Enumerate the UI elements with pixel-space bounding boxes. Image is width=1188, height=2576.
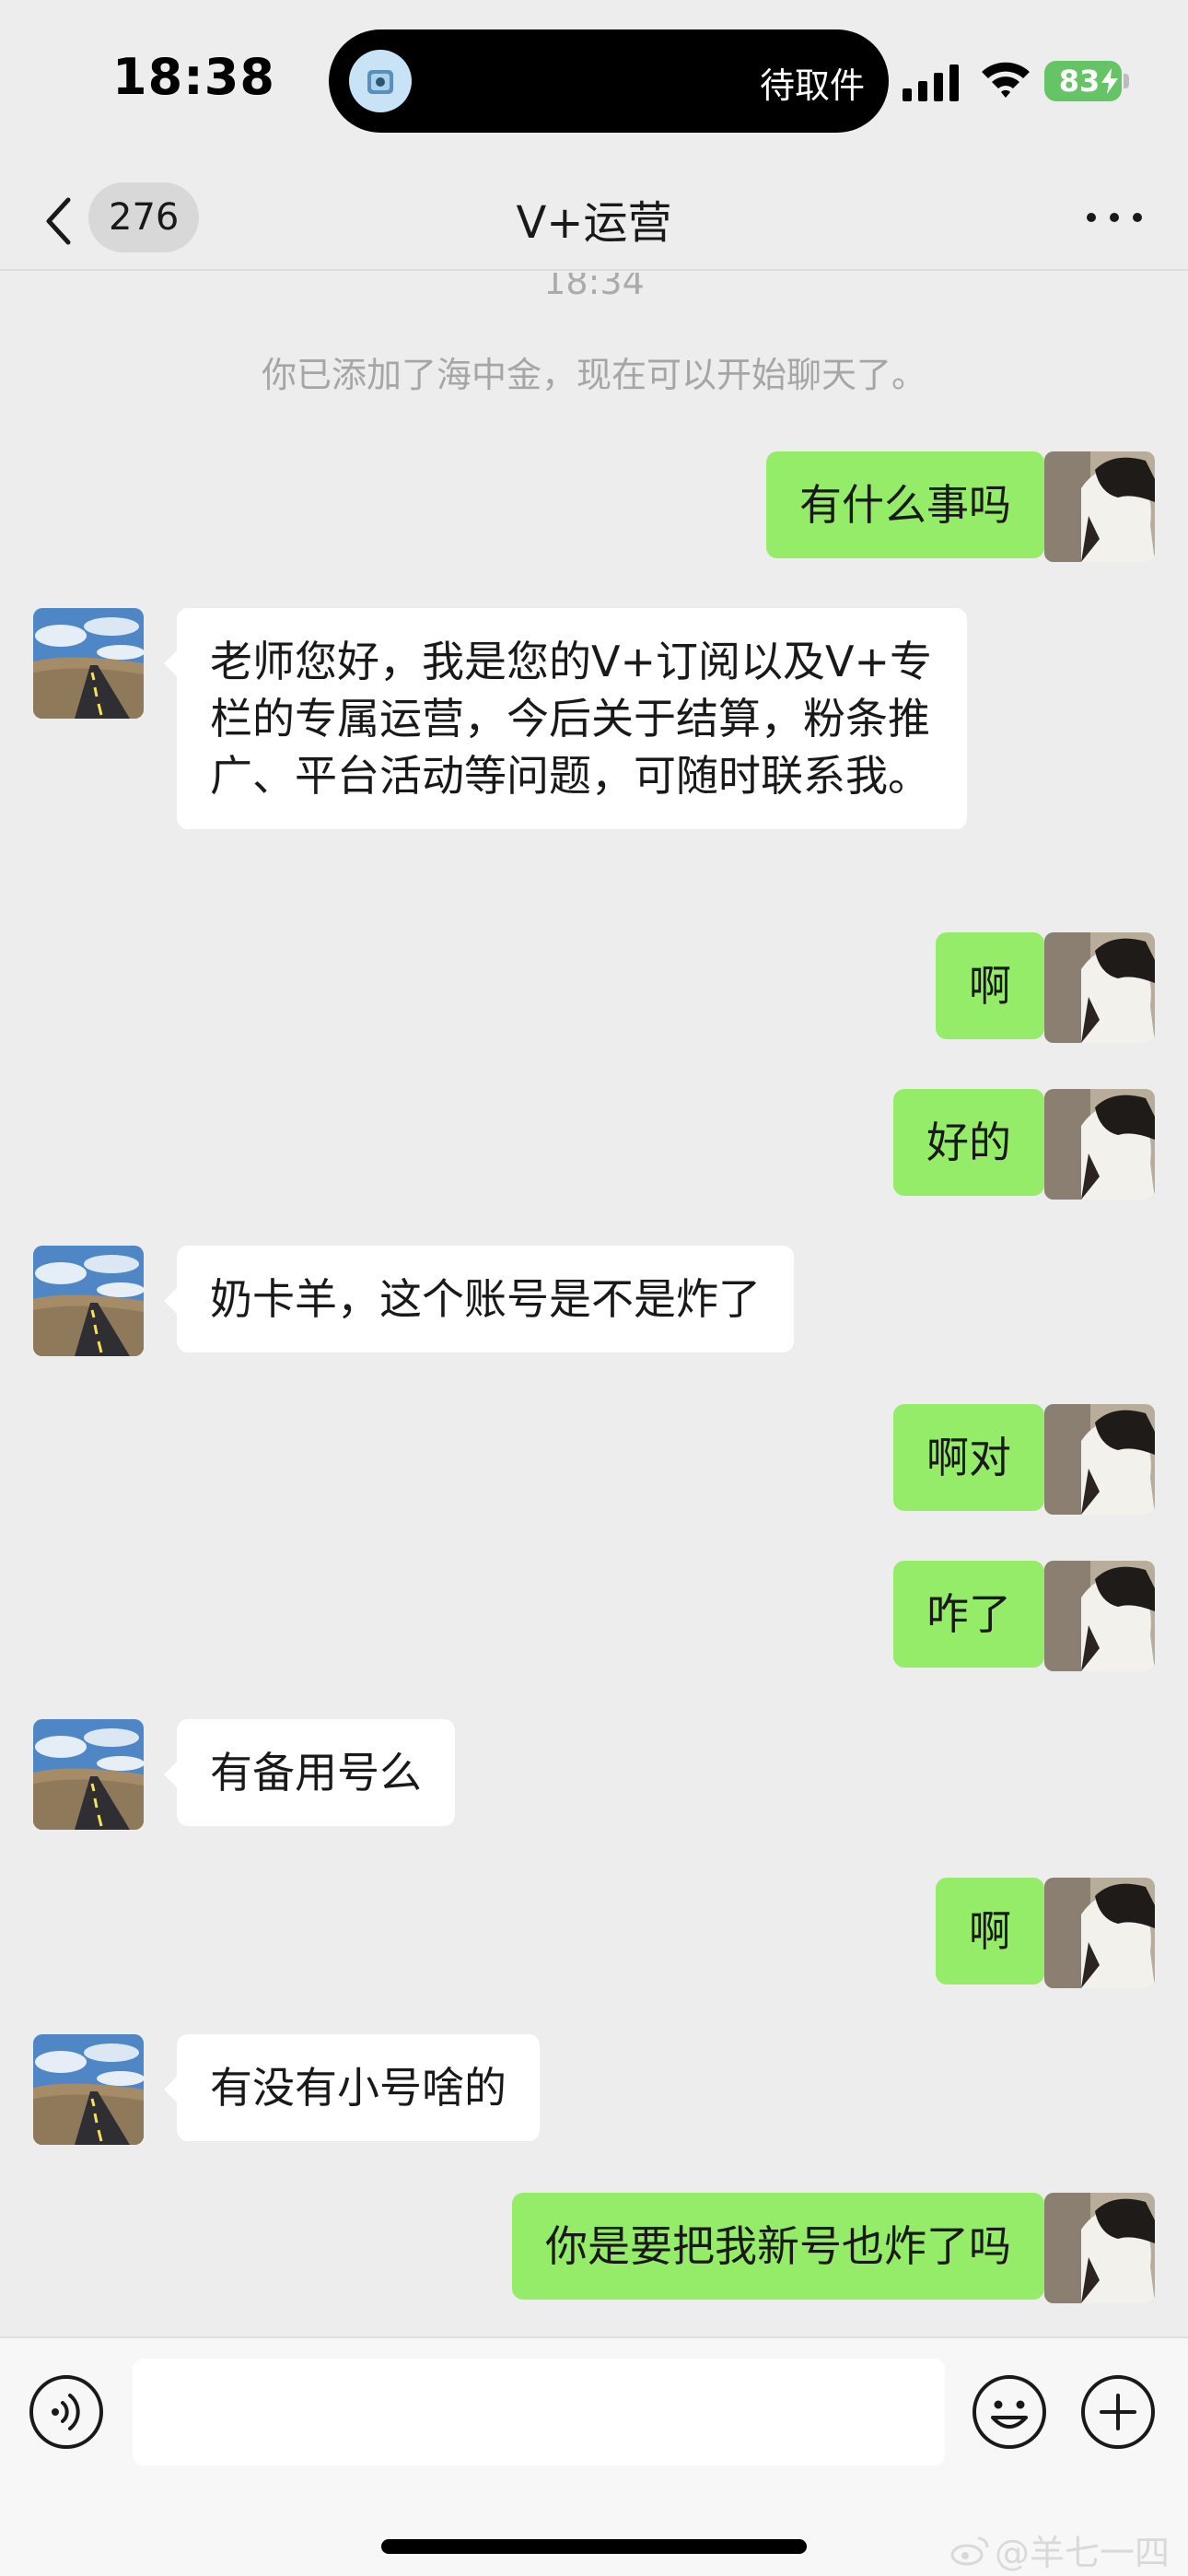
watermark: @羊七一四 xyxy=(950,2524,1170,2575)
my-avatar[interactable] xyxy=(1044,1561,1155,1671)
emoji-icon[interactable] xyxy=(971,2373,1048,2451)
contact-avatar[interactable] xyxy=(33,1719,144,1830)
signal-icon xyxy=(903,64,959,101)
more-icon-dot xyxy=(1133,213,1142,222)
battery-cap xyxy=(1124,74,1129,88)
my-avatar[interactable] xyxy=(1044,1404,1155,1515)
received-message-bubble[interactable]: 有没有小号啥的 xyxy=(164,2034,540,2141)
chat-title: V+运营 xyxy=(516,197,672,249)
contact-avatar[interactable] xyxy=(33,1246,144,1356)
message-row: 你是要把我新号也炸了吗 xyxy=(0,2193,1188,2303)
message-row: 有什么事吗 xyxy=(0,451,1188,562)
system-notice: 你已添加了海中金，现在可以开始聊天了。 xyxy=(261,355,926,395)
more-icon-dot xyxy=(1110,213,1119,222)
island-status-text: 待取件 xyxy=(759,65,865,106)
message-row: 有备用号么 xyxy=(0,1719,1188,1830)
plus-icon[interactable] xyxy=(1079,2373,1157,2451)
message-row: 奶卡羊，这个账号是不是炸了 xyxy=(0,1246,1188,1356)
sent-message-bubble[interactable]: 啊 xyxy=(936,1878,1057,1985)
contact-avatar[interactable] xyxy=(33,2034,144,2145)
chat-area[interactable]: 18:34 你已添加了海中金，现在可以开始聊天了。 有什么事吗 老师您好，我是您… xyxy=(0,273,1188,2336)
dynamic-island[interactable]: 待取件 xyxy=(329,29,889,133)
battery-level: 83 xyxy=(1058,64,1101,99)
watermark-text: @羊七一四 xyxy=(994,2533,1170,2573)
sent-message-bubble[interactable]: 啊对 xyxy=(893,1404,1057,1511)
package-app-icon xyxy=(349,50,412,112)
voice-icon[interactable] xyxy=(28,2373,105,2451)
my-avatar[interactable] xyxy=(1044,451,1155,562)
sent-message-bubble[interactable]: 你是要把我新号也炸了吗 xyxy=(512,2193,1057,2300)
my-avatar[interactable] xyxy=(1044,1878,1155,1988)
received-message-bubble[interactable]: 奶卡羊，这个账号是不是炸了 xyxy=(164,1246,794,1352)
message-row: 啊 xyxy=(0,1878,1188,1988)
more-icon-dot xyxy=(1087,213,1096,222)
nav-bar: 276 V+运营 xyxy=(0,162,1188,271)
weibo-logo-icon xyxy=(950,2536,989,2565)
my-avatar[interactable] xyxy=(1044,932,1155,1043)
message-row: 好的 xyxy=(0,1089,1188,1200)
message-input[interactable] xyxy=(133,2359,945,2465)
sent-message-bubble[interactable]: 好的 xyxy=(893,1089,1057,1196)
my-avatar[interactable] xyxy=(1044,2193,1155,2303)
status-time: 18:38 xyxy=(112,48,275,106)
wifi-icon xyxy=(982,62,1030,98)
home-indicator[interactable] xyxy=(381,2539,807,2554)
message-row: 啊 xyxy=(0,932,1188,1043)
received-message-bubble[interactable]: 有备用号么 xyxy=(164,1719,455,1826)
message-row: 有没有小号啥的 xyxy=(0,2034,1188,2145)
message-row: 咋了 xyxy=(0,1561,1188,1671)
message-row: 啊对 xyxy=(0,1404,1188,1515)
message-row: 老师您好，我是您的V+订阅以及V+专栏的专属运营，今后关于结算，粉条推广、平台活… xyxy=(0,608,1188,884)
status-bar: 18:38 待取件 83 xyxy=(0,0,1188,162)
contact-avatar[interactable] xyxy=(33,608,144,719)
sent-message-bubble[interactable]: 咋了 xyxy=(893,1561,1057,1668)
received-message-bubble[interactable]: 老师您好，我是您的V+订阅以及V+专栏的专属运营，今后关于结算，粉条推广、平台活… xyxy=(164,608,967,829)
message-timestamp: 18:34 xyxy=(543,273,645,302)
sent-message-bubble[interactable]: 啊 xyxy=(936,932,1057,1039)
battery-icon: 83 xyxy=(1044,61,1122,101)
sent-message-bubble[interactable]: 有什么事吗 xyxy=(766,451,1057,558)
charging-bolt-icon xyxy=(1101,68,1118,94)
more-button[interactable] xyxy=(1087,199,1142,236)
my-avatar[interactable] xyxy=(1044,1089,1155,1200)
